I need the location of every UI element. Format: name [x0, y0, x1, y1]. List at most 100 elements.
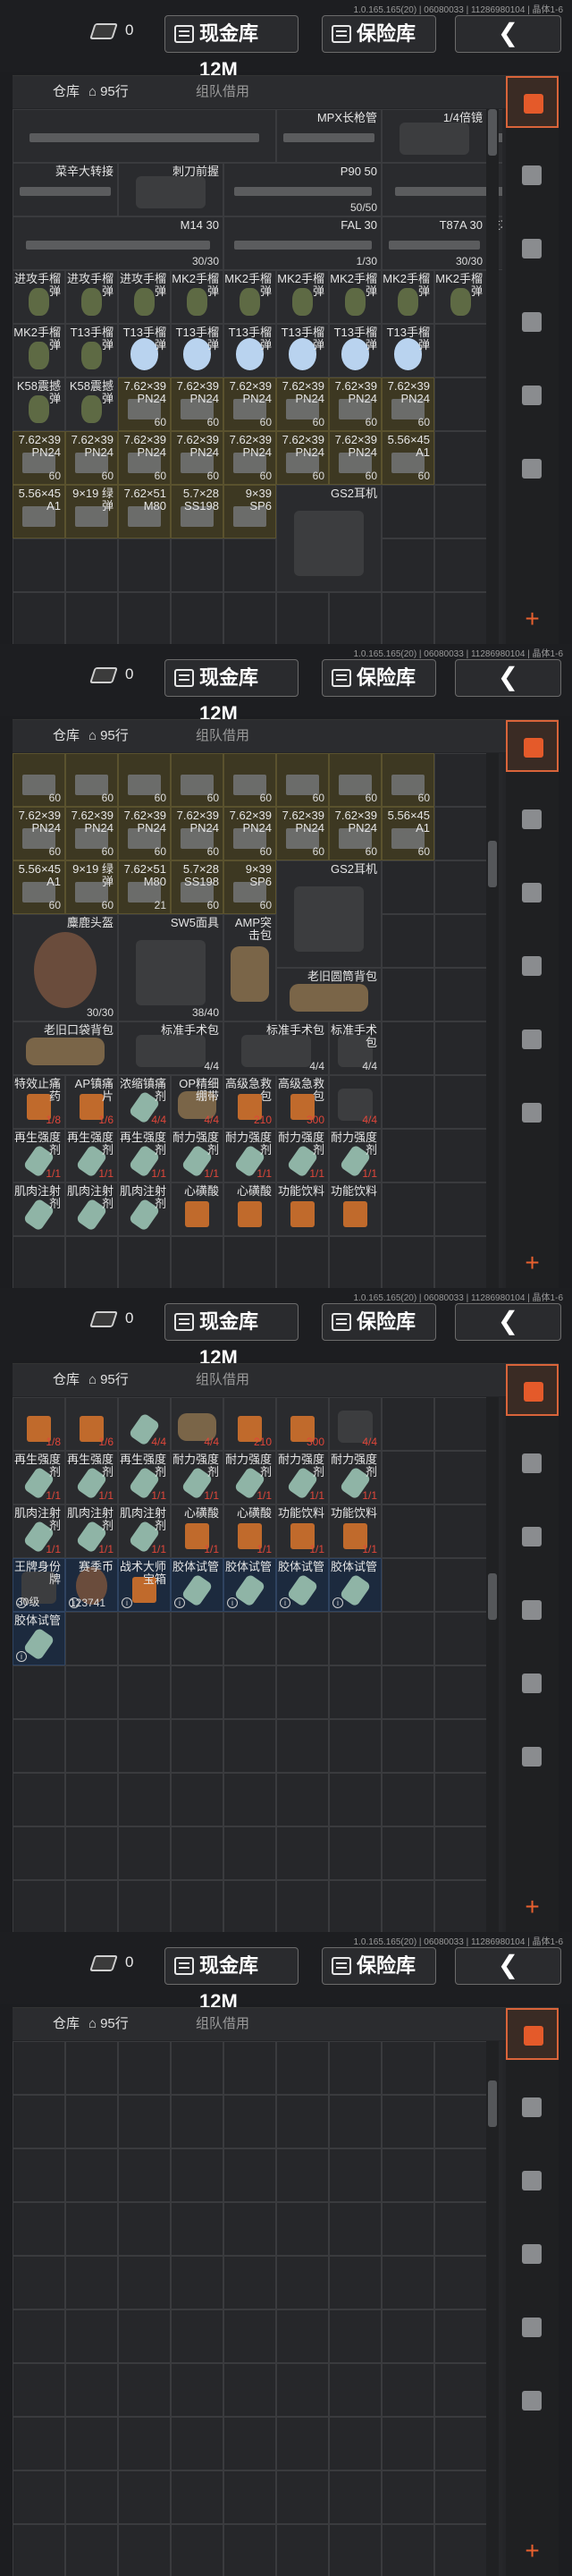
- inventory-item[interactable]: 1/6: [65, 1397, 118, 1451]
- category-add-button[interactable]: +: [506, 593, 559, 644]
- inventory-item[interactable]: 5.7×28 SS198: [171, 485, 223, 538]
- empty-slot[interactable]: [276, 2256, 329, 2309]
- inventory-item[interactable]: 再生强度剂 1/1: [13, 1451, 65, 1504]
- empty-slot[interactable]: [382, 592, 434, 644]
- inventory-item[interactable]: 肌肉注射剂 1/1: [13, 1504, 65, 1558]
- inventory-item[interactable]: MK2手榴弹: [223, 270, 276, 324]
- inventory-item[interactable]: T13手榴弹: [382, 324, 434, 377]
- empty-slot[interactable]: [382, 2309, 434, 2363]
- empty-slot[interactable]: [13, 1880, 65, 1932]
- category-ammo-button[interactable]: [506, 1657, 559, 1709]
- inventory-item[interactable]: SW5面具 38/40: [118, 914, 223, 1021]
- inventory-item[interactable]: 5.7×28 SS198 60: [171, 860, 223, 914]
- empty-slot[interactable]: [118, 2148, 171, 2202]
- empty-slot[interactable]: [118, 2041, 171, 2095]
- inventory-item[interactable]: 7.62×39 PN24 60: [329, 377, 382, 431]
- empty-slot[interactable]: [434, 2148, 487, 2202]
- tab-warehouse[interactable]: 仓库 ⌂ 95行: [53, 1364, 129, 1396]
- category-armor-button[interactable]: [506, 2375, 559, 2427]
- inventory-item[interactable]: 标准手术包 4/4: [118, 1021, 223, 1075]
- empty-slot[interactable]: [434, 538, 487, 592]
- inventory-item[interactable]: 210: [223, 1397, 276, 1451]
- inventory-item[interactable]: 功能饮料 1/1: [276, 1504, 329, 1558]
- empty-slot[interactable]: [171, 2524, 223, 2576]
- empty-slot[interactable]: [13, 2363, 65, 2417]
- empty-slot[interactable]: [382, 1880, 434, 1932]
- scrollbar-thumb[interactable]: [488, 2080, 497, 2127]
- info-icon[interactable]: i: [280, 1597, 290, 1608]
- category-add-button[interactable]: +: [506, 2525, 559, 2576]
- inventory-item[interactable]: 刺刀前握: [118, 163, 223, 216]
- empty-slot[interactable]: [118, 1719, 171, 1773]
- empty-slot[interactable]: [118, 1665, 171, 1719]
- empty-slot[interactable]: [13, 1719, 65, 1773]
- inventory-item[interactable]: 功能饮料 1/1: [329, 1504, 382, 1558]
- empty-slot[interactable]: [434, 914, 487, 968]
- inventory-item[interactable]: 耐力强度剂 1/1: [171, 1451, 223, 1504]
- inventory-item[interactable]: 肌肉注射剂 1/1: [118, 1504, 171, 1558]
- inventory-item[interactable]: 9×19 绿弹: [65, 485, 118, 538]
- inventory-item[interactable]: 7.62×39 PN24 60: [118, 431, 171, 485]
- empty-slot[interactable]: [382, 1719, 434, 1773]
- empty-slot[interactable]: [65, 2309, 118, 2363]
- info-icon[interactable]: i: [69, 1597, 80, 1608]
- empty-slot[interactable]: [118, 592, 171, 644]
- inventory-item[interactable]: 5.56×45 A1 60: [382, 807, 434, 860]
- empty-slot[interactable]: [329, 2202, 382, 2256]
- empty-slot[interactable]: [13, 2524, 65, 2576]
- inventory-item[interactable]: T13手榴弹: [171, 324, 223, 377]
- inventory-item[interactable]: 60: [65, 753, 118, 807]
- tab-warehouse[interactable]: 仓库 ⌂ 95行: [53, 76, 129, 108]
- inventory-item[interactable]: 7.62×39 PN24 60: [13, 807, 65, 860]
- category-armor-button[interactable]: [506, 443, 559, 495]
- empty-slot[interactable]: [276, 2470, 329, 2524]
- empty-slot[interactable]: [13, 1773, 65, 1826]
- empty-slot[interactable]: [65, 2470, 118, 2524]
- info-icon[interactable]: i: [227, 1597, 238, 1608]
- info-icon[interactable]: i: [16, 1597, 27, 1608]
- inventory-item[interactable]: 再生强度剂 1/1: [118, 1451, 171, 1504]
- inventory-item[interactable]: 耐力强度剂 1/1: [171, 1129, 223, 1182]
- inventory-item[interactable]: FAL 30 1/30: [223, 216, 382, 270]
- empty-slot[interactable]: [434, 324, 487, 377]
- category-ammo-button[interactable]: [506, 2301, 559, 2353]
- inventory-item[interactable]: 300: [276, 1397, 329, 1451]
- inventory-item[interactable]: 胶体试管 i: [276, 1558, 329, 1612]
- empty-slot[interactable]: [382, 2470, 434, 2524]
- inventory-item[interactable]: AMP突击包: [223, 914, 276, 1021]
- empty-slot[interactable]: [223, 2041, 276, 2095]
- inventory-item[interactable]: 7.62×39 PN24 60: [382, 377, 434, 431]
- inventory-item[interactable]: 功能饮料: [276, 1182, 329, 1236]
- inventory-item[interactable]: 5.56×45 A1: [13, 485, 65, 538]
- inventory-item[interactable]: 7.62×39 PN24 60: [223, 431, 276, 485]
- empty-slot[interactable]: [223, 1773, 276, 1826]
- inventory-item[interactable]: 再生强度剂 1/1: [65, 1451, 118, 1504]
- inventory-item[interactable]: 进攻手榴弹: [65, 270, 118, 324]
- empty-slot[interactable]: [118, 2256, 171, 2309]
- empty-slot[interactable]: [276, 1880, 329, 1932]
- category-helmet-button[interactable]: [506, 793, 559, 845]
- empty-slot[interactable]: [171, 2148, 223, 2202]
- cash-vault-button[interactable]: 现金库 12M: [164, 659, 299, 724]
- empty-slot[interactable]: [223, 2309, 276, 2363]
- empty-slot[interactable]: [434, 1451, 487, 1504]
- empty-slot[interactable]: [13, 2148, 65, 2202]
- empty-slot[interactable]: [118, 2470, 171, 2524]
- inventory-item[interactable]: 再生强度剂 1/1: [65, 1129, 118, 1182]
- empty-slot[interactable]: [118, 538, 171, 592]
- inventory-item[interactable]: 7.62×39 PN24 60: [118, 807, 171, 860]
- empty-slot[interactable]: [65, 1612, 118, 1665]
- empty-slot[interactable]: [118, 2095, 171, 2148]
- empty-slot[interactable]: [118, 1880, 171, 1932]
- empty-slot[interactable]: [13, 2202, 65, 2256]
- empty-slot[interactable]: [329, 1880, 382, 1932]
- inventory-item[interactable]: 耐力强度剂 1/1: [329, 1129, 382, 1182]
- inventory-item[interactable]: 7.62×39 PN24 60: [65, 431, 118, 485]
- scrollbar[interactable]: [486, 109, 499, 644]
- empty-slot[interactable]: [276, 2524, 329, 2576]
- empty-slot[interactable]: [65, 1665, 118, 1719]
- empty-slot[interactable]: [276, 592, 329, 644]
- inventory-item[interactable]: 5.56×45 A1 60: [13, 860, 65, 914]
- empty-slot[interactable]: [13, 2041, 65, 2095]
- empty-slot[interactable]: [223, 538, 276, 592]
